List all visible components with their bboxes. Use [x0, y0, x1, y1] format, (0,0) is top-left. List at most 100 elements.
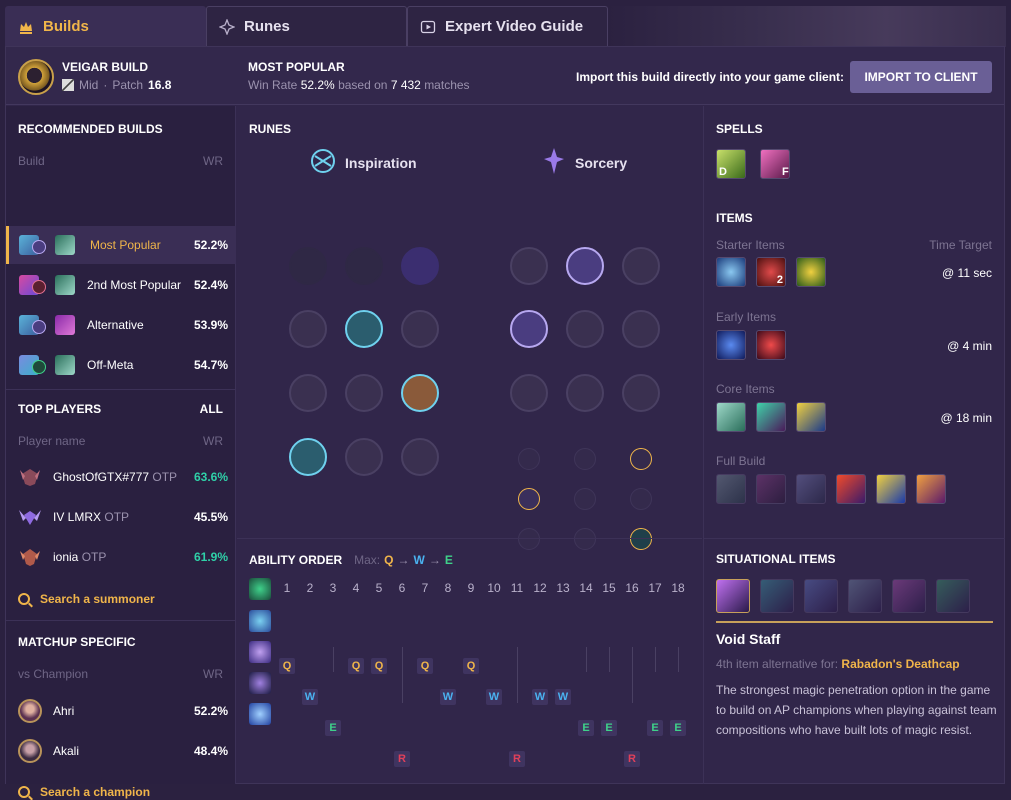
stat-shard[interactable] [574, 488, 596, 510]
player-row[interactable]: ionia OTP 61.9% [6, 538, 236, 576]
situational-item[interactable] [892, 579, 926, 613]
import-to-client-button[interactable]: IMPORT TO CLIENT [850, 61, 992, 93]
matches-value: 7 432 [390, 78, 421, 92]
rune-slot[interactable] [566, 374, 604, 412]
rune-keystone[interactable] [345, 247, 383, 285]
core-item[interactable] [716, 402, 746, 432]
skill-point-q: Q [417, 658, 433, 674]
skill-point-r: R [624, 751, 640, 767]
rune-slot-selected[interactable] [566, 247, 604, 285]
top-players-all-link[interactable]: ALL [200, 402, 223, 416]
core-items-label: Core Items [716, 382, 775, 396]
build-row-off-meta[interactable]: Off-Meta 54.7% [6, 346, 236, 384]
rune-slot-selected[interactable] [401, 374, 439, 412]
primary-tree-name: Inspiration [345, 155, 417, 171]
build-title: VEIGAR BUILD [62, 60, 149, 74]
stat-shard[interactable] [630, 488, 652, 510]
rune-slot[interactable] [289, 374, 327, 412]
selected-underline [716, 621, 993, 623]
tab-builds[interactable]: Builds [5, 6, 206, 46]
player-name-text: IV LMRX [53, 510, 102, 524]
tab-runes[interactable]: Runes [206, 6, 407, 46]
level-number: 13 [556, 581, 570, 595]
rune-slot-selected[interactable] [345, 310, 383, 348]
player-row[interactable]: IV LMRX OTP 45.5% [6, 498, 236, 536]
stat-shard-selected[interactable] [630, 448, 652, 470]
full-build-item[interactable] [716, 474, 746, 504]
build-row-2nd-most-popular[interactable]: 2nd Most Popular 52.4% [6, 266, 236, 304]
full-build-item[interactable] [796, 474, 826, 504]
matchup-wr: 48.4% [193, 744, 228, 758]
spell-key: F [782, 166, 789, 178]
stat-shard[interactable] [574, 448, 596, 470]
rune-slot[interactable] [345, 374, 383, 412]
full-build-item[interactable] [756, 474, 786, 504]
build-wr: 54.7% [193, 358, 228, 372]
matchup-row[interactable]: Ahri 52.2% [6, 692, 236, 730]
health-potion-item[interactable]: 2 [756, 257, 786, 287]
tab-bar: Builds Runes Expert Video Guide [5, 6, 608, 46]
rune-slot[interactable] [622, 374, 660, 412]
situational-item[interactable] [760, 579, 794, 613]
build-label: 2nd Most Popular [87, 278, 182, 292]
ability-order-title: ABILITY ORDER [249, 553, 343, 567]
alt-item-link[interactable]: Rabadon's Deathcap [841, 657, 959, 671]
search-champion-link[interactable]: Search a champion [18, 785, 150, 799]
search-summoner-link[interactable]: Search a summoner [18, 592, 155, 606]
starter-item[interactable] [716, 257, 746, 287]
col-matchup-wr: WR [203, 667, 223, 681]
situational-item-selected[interactable] [716, 579, 750, 613]
rune-keystone-selected[interactable] [401, 247, 439, 285]
matches-label: matches [424, 78, 470, 92]
rune-slot[interactable] [345, 438, 383, 476]
item-icon [55, 355, 75, 375]
rune-slot[interactable] [622, 310, 660, 348]
early-item[interactable] [716, 330, 746, 360]
build-wr: 52.2% [193, 238, 228, 252]
build-row-most-popular[interactable]: Most Popular 52.2% [6, 226, 236, 264]
full-build-item[interactable] [876, 474, 906, 504]
rank-emblem-icon [20, 469, 40, 486]
early-item[interactable] [756, 330, 786, 360]
secondary-rune-icon [32, 320, 46, 334]
tab-runes-label: Runes [244, 18, 290, 35]
crown-icon [20, 21, 32, 34]
rune-slot-selected[interactable] [510, 310, 548, 348]
player-wr: 61.9% [193, 550, 228, 564]
dot-separator: · [103, 78, 108, 92]
skill-point-q: Q [463, 658, 479, 674]
matchup-title: MATCHUP SPECIFIC [18, 635, 136, 649]
level-number: 12 [533, 581, 547, 595]
spell-flash-icon[interactable]: D [716, 149, 746, 179]
stat-shard-selected[interactable] [518, 488, 540, 510]
rune-keystone[interactable] [289, 247, 327, 285]
rune-slot-selected[interactable] [289, 438, 327, 476]
import-text: Import this build directly into your gam… [576, 70, 845, 84]
matchup-row[interactable]: Akali 48.4% [6, 732, 236, 770]
skill-point-w: W [555, 689, 571, 705]
skill-point-r: R [509, 751, 525, 767]
rune-slot[interactable] [510, 247, 548, 285]
situational-item[interactable] [804, 579, 838, 613]
skill-point-q: Q [279, 658, 295, 674]
rune-slot[interactable] [510, 374, 548, 412]
player-row[interactable]: GhostOfGTX#777 OTP 63.6% [6, 458, 236, 496]
tab-expert-video-guide[interactable]: Expert Video Guide [407, 6, 608, 46]
rune-slot[interactable] [401, 310, 439, 348]
situational-item[interactable] [936, 579, 970, 613]
rune-slot[interactable] [401, 438, 439, 476]
spell-ignite-icon[interactable]: F [760, 149, 790, 179]
build-row-alternative[interactable]: Alternative 53.9% [6, 306, 236, 344]
full-build-item[interactable] [916, 474, 946, 504]
full-build-item[interactable] [836, 474, 866, 504]
situational-item[interactable] [848, 579, 882, 613]
rune-slot[interactable] [566, 310, 604, 348]
rune-slot[interactable] [289, 310, 327, 348]
stat-shard[interactable] [518, 448, 540, 470]
core-item[interactable] [796, 402, 826, 432]
situational-items-title: SITUATIONAL ITEMS [716, 552, 836, 566]
starter-item[interactable] [796, 257, 826, 287]
rune-slot[interactable] [622, 247, 660, 285]
core-item[interactable] [756, 402, 786, 432]
max-third: E [444, 553, 453, 567]
